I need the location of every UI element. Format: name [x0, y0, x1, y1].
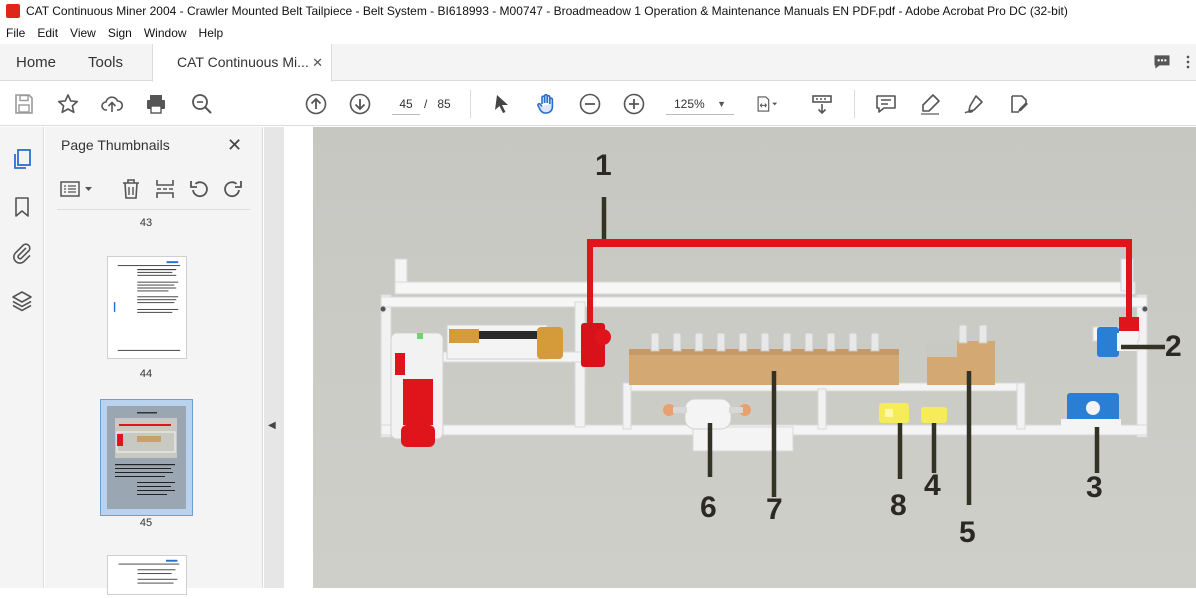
close-tab-icon[interactable]: ✕: [312, 44, 323, 81]
page-thumbnail[interactable]: [107, 256, 187, 359]
total-pages: 85: [437, 97, 451, 111]
thumbnail-label: 44: [139, 368, 153, 380]
belt-tailpiece-illustration: [313, 127, 1196, 588]
zoom-in-icon[interactable]: [622, 92, 646, 116]
page-fit-icon[interactable]: [756, 92, 790, 116]
fill-sign-icon[interactable]: [1008, 92, 1032, 116]
callout-7: 7: [766, 493, 783, 526]
page-thumbnails-icon[interactable]: [10, 147, 34, 171]
menu-file[interactable]: File: [0, 26, 31, 40]
callout-5: 5: [959, 516, 976, 549]
callout-6: 6: [700, 491, 717, 524]
delete-page-icon[interactable]: [119, 177, 143, 201]
thumbnails-panel: Page Thumbnails ✕ 43 44 45: [45, 127, 302, 595]
zoom-level-select[interactable]: 125% ▼: [666, 93, 734, 115]
chevron-down-icon: ▼: [717, 99, 726, 109]
menu-sign[interactable]: Sign: [102, 26, 138, 40]
panel-divider: [57, 209, 250, 210]
main-toolbar: 45 / 85 125% ▼: [0, 82, 1196, 126]
star-icon[interactable]: [56, 92, 80, 116]
tab-document[interactable]: CAT Continuous Mi... ✕: [152, 44, 332, 82]
sign-pen-icon[interactable]: [962, 92, 986, 116]
tab-home[interactable]: Home: [16, 44, 56, 81]
menu-help[interactable]: Help: [193, 26, 230, 40]
belt-tailpiece-figure: 1 2 3 4 5 6 7 8: [313, 127, 1196, 588]
comment-tool-icon[interactable]: [874, 92, 898, 116]
next-page-icon[interactable]: [348, 92, 372, 116]
tab-bar: Home Tools CAT Continuous Mi... ✕: [0, 44, 1196, 82]
callout-4: 4: [924, 469, 941, 502]
attachment-icon[interactable]: [10, 241, 34, 265]
save-icon[interactable]: [12, 92, 36, 116]
page-thumbnail[interactable]: [107, 555, 187, 595]
close-panel-icon[interactable]: ✕: [227, 135, 242, 156]
select-cursor-icon[interactable]: [490, 92, 514, 116]
menu-bar: File Edit View Sign Window Help: [0, 22, 1196, 44]
page-number-input[interactable]: 45: [392, 93, 420, 115]
previous-page-icon[interactable]: [304, 92, 328, 116]
layers-icon[interactable]: [10, 289, 34, 313]
rotate-clockwise-icon[interactable]: [221, 177, 245, 201]
toolbar-divider: [854, 90, 855, 118]
collapse-panel-icon[interactable]: ◀: [268, 420, 276, 431]
rotate-counterclockwise-icon[interactable]: [187, 177, 211, 201]
highlight-pen-icon[interactable]: [918, 92, 942, 116]
zoom-search-icon[interactable]: [190, 92, 214, 116]
page-thumbnail-selected[interactable]: [100, 399, 193, 516]
zoom-out-icon[interactable]: [578, 92, 602, 116]
toolbar-divider: [470, 90, 471, 118]
title-bar: CAT Continuous Miner 2004 - Crawler Moun…: [0, 0, 1196, 22]
comment-icon[interactable]: [1152, 52, 1172, 72]
scroll-mode-icon[interactable]: [810, 92, 834, 116]
insert-page-icon[interactable]: [153, 177, 177, 201]
menu-edit[interactable]: Edit: [31, 26, 64, 40]
tab-document-label: CAT Continuous Mi...: [177, 54, 309, 70]
tab-tools[interactable]: Tools: [88, 44, 123, 81]
callout-1: 1: [595, 149, 612, 182]
hand-tool-icon[interactable]: [534, 92, 558, 116]
menu-view[interactable]: View: [64, 26, 102, 40]
callout-2: 2: [1165, 330, 1182, 363]
callout-3: 3: [1086, 471, 1103, 504]
thumbnail-label: 43: [139, 217, 153, 229]
thumbnail-label: 45: [139, 517, 153, 529]
upload-cloud-icon[interactable]: [100, 92, 124, 116]
panel-title: Page Thumbnails: [61, 137, 170, 153]
more-icon[interactable]: [1182, 52, 1194, 72]
callout-8: 8: [890, 489, 907, 522]
window-title: CAT Continuous Miner 2004 - Crawler Moun…: [26, 4, 1068, 18]
navigation-rail: [0, 127, 44, 588]
page-separator: /: [424, 97, 428, 111]
page-count: / 85: [424, 93, 451, 115]
menu-window[interactable]: Window: [138, 26, 193, 40]
acrobat-logo-icon: [6, 4, 20, 18]
thumbnail-options-icon[interactable]: [59, 177, 95, 201]
bookmark-icon[interactable]: [10, 195, 34, 219]
zoom-level-value: 125%: [674, 97, 705, 111]
print-icon[interactable]: [144, 92, 168, 116]
